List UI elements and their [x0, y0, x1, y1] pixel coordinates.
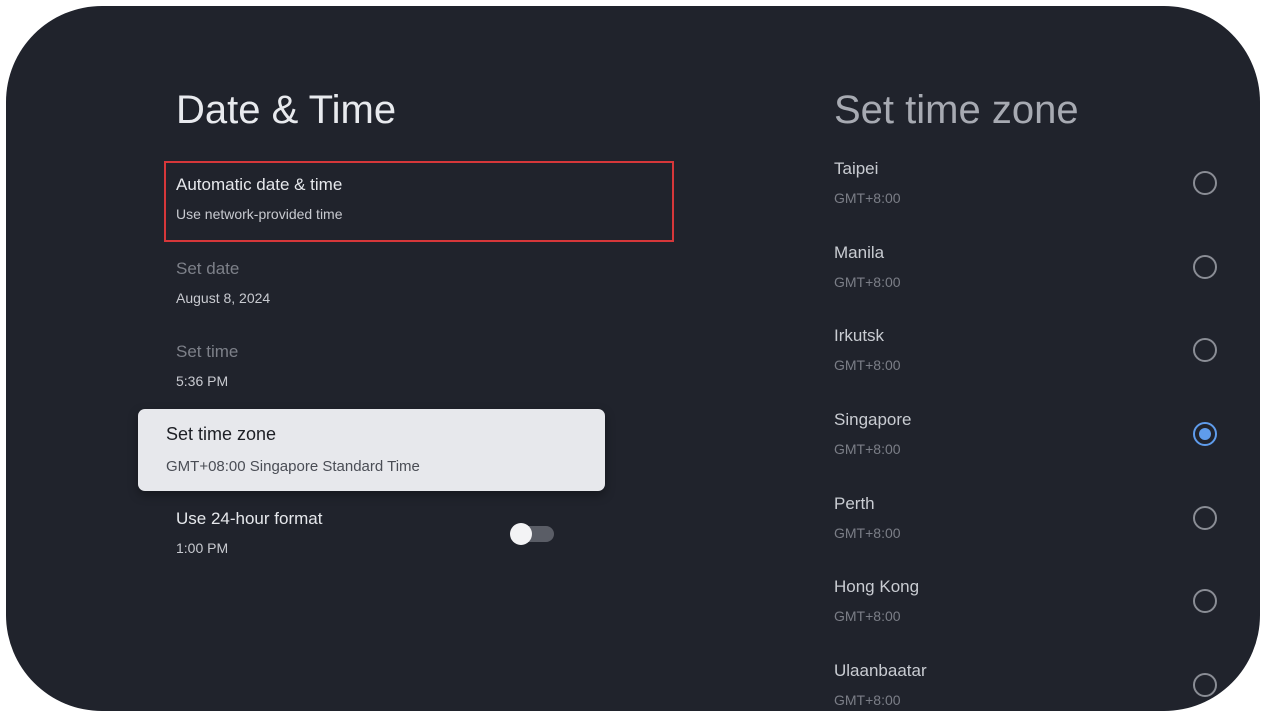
time-zone-item[interactable]: Taipei GMT+8:00 [834, 159, 1254, 243]
use-24-hour-item[interactable]: Use 24-hour format 1:00 PM [176, 509, 656, 556]
set-time-value: 5:36 PM [176, 373, 229, 389]
time-zone-item[interactable]: Hong Kong GMT+8:00 [834, 577, 1254, 661]
set-time-zone-label: Set time zone [166, 424, 277, 444]
time-zone-item[interactable]: Ulaanbaatar GMT+8:00 [834, 661, 1254, 711]
time-zone-name: Manila [834, 243, 885, 262]
radio-button[interactable] [1193, 506, 1217, 530]
toggle-thumb [510, 523, 532, 545]
time-zone-name: Irkutsk [834, 326, 885, 345]
time-zone-item[interactable]: Irkutsk GMT+8:00 [834, 326, 1254, 410]
use-24-hour-label: Use 24-hour format [176, 509, 323, 528]
page-title: Date & Time [176, 88, 397, 132]
radio-button[interactable] [1193, 589, 1217, 613]
set-date-item: Set date August 8, 2024 [176, 259, 656, 306]
use-24-hour-value: 1:00 PM [176, 540, 229, 556]
radio-button-checked[interactable] [1193, 422, 1217, 446]
time-zone-offset: GMT+8:00 [834, 692, 901, 708]
automatic-date-time-label: Automatic date & time [176, 175, 343, 194]
automatic-date-time-value: Use network-provided time [176, 206, 343, 222]
time-zone-offset: GMT+8:00 [834, 274, 901, 290]
automatic-date-time-item[interactable]: Automatic date & time Use network-provid… [176, 175, 656, 222]
time-zone-name: Perth [834, 494, 875, 513]
time-zone-item[interactable]: Manila GMT+8:00 [834, 243, 1254, 327]
radio-button[interactable] [1193, 673, 1217, 697]
radio-button[interactable] [1193, 171, 1217, 195]
time-zone-panel-title: Set time zone [834, 88, 1079, 132]
time-zone-offset: GMT+8:00 [834, 441, 901, 457]
time-zone-offset: GMT+8:00 [834, 525, 901, 541]
set-date-value: August 8, 2024 [176, 290, 271, 306]
time-zone-item[interactable]: Perth GMT+8:00 [834, 494, 1254, 578]
set-time-item: Set time 5:36 PM [176, 342, 656, 389]
time-zone-name: Singapore [834, 410, 912, 429]
set-time-label: Set time [176, 342, 239, 361]
time-zone-offset: GMT+8:00 [834, 608, 901, 624]
radio-button[interactable] [1193, 255, 1217, 279]
time-zone-name: Ulaanbaatar [834, 661, 927, 680]
time-zone-offset: GMT+8:00 [834, 190, 901, 206]
time-zone-item-selected[interactable]: Singapore GMT+8:00 [834, 410, 1254, 494]
set-date-label: Set date [176, 259, 240, 278]
tv-settings-screen: Date & Time Automatic date & time Use ne… [6, 6, 1260, 711]
set-time-zone-item[interactable]: Set time zone GMT+08:00 Singapore Standa… [138, 409, 605, 491]
time-zone-offset: GMT+8:00 [834, 357, 901, 373]
set-time-zone-value: GMT+08:00 Singapore Standard Time [166, 458, 420, 475]
use-24-hour-toggle[interactable] [510, 523, 554, 545]
radio-button[interactable] [1193, 338, 1217, 362]
time-zone-name: Hong Kong [834, 577, 920, 596]
time-zone-name: Taipei [834, 159, 879, 178]
